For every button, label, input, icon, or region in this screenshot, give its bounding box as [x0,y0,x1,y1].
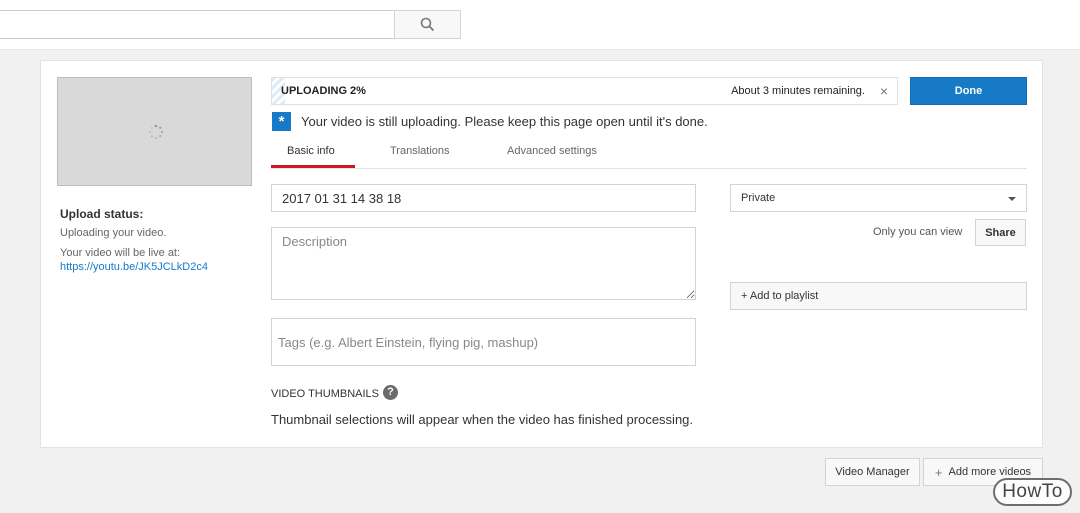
active-tab-indicator [271,165,355,168]
share-button[interactable]: Share [975,219,1026,246]
tab-basic-info[interactable]: Basic info [287,145,335,157]
privacy-hint: Only you can view [873,226,963,238]
masthead [0,0,1080,50]
upload-card: Upload status: Uploading your video. You… [40,60,1043,448]
notice-text: Your video is still uploading. Please ke… [301,113,708,129]
thumbnails-message: Thumbnail selections will appear when th… [271,412,694,427]
howto-watermark: HowTo [993,478,1072,506]
chevron-down-icon [1008,197,1016,201]
title-input[interactable] [271,184,696,212]
tab-advanced-settings[interactable]: Advanced settings [507,145,597,157]
upload-status-title: Upload status: [60,207,144,221]
tags-input[interactable] [271,318,696,366]
close-icon[interactable]: × [877,83,891,99]
upload-status-text: Uploading your video. [60,227,167,239]
add-to-playlist-button[interactable]: + Add to playlist [730,282,1027,310]
search-button[interactable] [394,10,461,39]
add-more-videos-label: Add more videos [948,466,1032,478]
video-manager-button[interactable]: Video Manager [825,458,920,486]
help-icon[interactable]: ? [383,384,398,400]
upload-notice: * Your video is still uploading. Please … [272,111,708,131]
progress-label: UPLOADING 2% [281,85,366,97]
done-button[interactable]: Done [910,77,1027,105]
video-link[interactable]: https://youtu.be/JK5JCLkD2c4 [60,261,208,273]
live-at-label: Your video will be live at: [60,247,181,259]
description-input[interactable] [271,227,696,300]
time-remaining: About 3 minutes remaining. [731,85,865,97]
plus-icon: + [934,464,943,480]
settings-tabs: Basic info Translations Advanced setting… [271,139,1027,169]
loading-spinner-icon [149,124,164,139]
privacy-select[interactable]: Private [730,184,1027,212]
video-thumbnails-heading: VIDEO THUMBNAILS ? [271,384,398,400]
privacy-selected-value: Private [741,192,776,204]
video-thumbnails-title: VIDEO THUMBNAILS [271,388,379,400]
info-star-icon: * [272,111,291,131]
search-input[interactable] [0,10,395,39]
tab-translations[interactable]: Translations [390,145,450,157]
search-icon [420,17,435,32]
video-thumbnail-placeholder [57,77,252,186]
upload-progress-bar: UPLOADING 2% About 3 minutes remaining. … [271,77,898,105]
